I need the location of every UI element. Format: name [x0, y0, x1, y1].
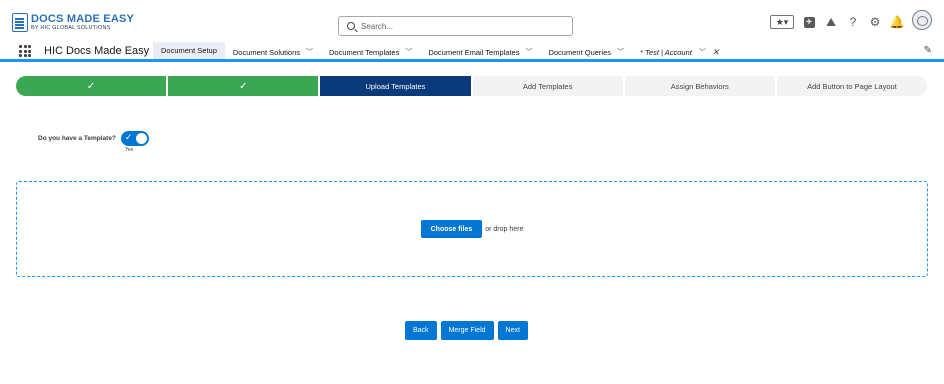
notification-bell-icon[interactable]: 🔔	[890, 15, 905, 29]
header-utility-icons: ★▾ + ⛰ ? ⚙ 🔔	[770, 10, 932, 30]
chevron-down-icon[interactable]: ﹀	[405, 47, 412, 57]
app-name: HIC Docs Made Easy	[44, 45, 150, 57]
check-icon: ✓	[124, 132, 133, 142]
drop-hint: or drop here	[485, 225, 524, 233]
close-tab-icon[interactable]: ✕	[712, 47, 720, 58]
app-logo[interactable]: DOCS MADE EASY BY HIC GLOBAL SOLUTIONS	[12, 13, 134, 32]
path-step-2[interactable]: ✓	[168, 76, 319, 96]
tab-document-queries[interactable]: Document Queries ﹀	[540, 42, 632, 62]
check-icon: ✓	[86, 80, 96, 92]
merge-field-button[interactable]: Merge Field	[440, 321, 494, 340]
chevron-down-icon[interactable]: ﹀	[306, 47, 313, 57]
search-icon	[347, 22, 355, 30]
setup-gear-icon[interactable]: ⚙	[868, 15, 882, 29]
back-button[interactable]: Back	[405, 321, 437, 340]
trailhead-icon[interactable]: ⛰	[824, 15, 838, 29]
avatar[interactable]	[912, 10, 932, 30]
toggle-knob	[135, 133, 147, 144]
chevron-down-icon[interactable]: ﹀	[525, 47, 532, 57]
file-dropzone[interactable]: Choose files or drop here	[16, 181, 928, 277]
tab-document-email-templates[interactable]: Document Email Templates ﹀	[420, 42, 540, 62]
add-icon[interactable]: +	[802, 15, 816, 29]
help-icon[interactable]: ?	[846, 15, 860, 29]
tab-test-account[interactable]: * Test | Account ﹀ ✕	[632, 42, 727, 62]
nav-tabs: Document Setup Document Solutions ﹀ Docu…	[153, 42, 727, 62]
template-question-label: Do you have a Template?	[38, 135, 116, 142]
global-search[interactable]	[338, 16, 573, 36]
tab-document-templates[interactable]: Document Templates ﹀	[321, 42, 420, 62]
logo-subtitle: BY HIC GLOBAL SOLUTIONS	[31, 24, 111, 31]
setup-progress-path: ✓ ✓ Upload Templates Add Templates Assig…	[16, 76, 928, 96]
edit-nav-pencil-icon[interactable]: ✎	[924, 45, 932, 56]
app-launcher-icon[interactable]	[19, 45, 31, 57]
favorites-star-icon[interactable]: ★▾	[770, 15, 794, 29]
app-navbar: HIC Docs Made Easy Document Setup Docume…	[0, 42, 944, 62]
path-step-assign-behaviors[interactable]: Assign Behaviors	[624, 76, 775, 96]
wizard-actions: Back Merge Field Next	[405, 321, 528, 340]
path-step-add-templates[interactable]: Add Templates	[472, 76, 623, 96]
global-header: DOCS MADE EASY BY HIC GLOBAL SOLUTIONS ★…	[0, 0, 944, 42]
template-toggle-row: Do you have a Template? ✓	[38, 131, 149, 146]
next-button[interactable]: Next	[497, 321, 528, 340]
chevron-down-icon[interactable]: ﹀	[617, 47, 624, 57]
document-logo-icon	[12, 13, 28, 32]
path-step-1[interactable]: ✓	[16, 76, 167, 96]
chevron-down-icon[interactable]: ﹀	[698, 47, 705, 57]
tab-document-setup[interactable]: Document Setup	[153, 42, 225, 62]
logo-title: DOCS MADE EASY	[31, 12, 135, 25]
choose-files-button[interactable]: Choose files	[420, 220, 483, 238]
check-icon: ✓	[239, 80, 248, 92]
toggle-state-text: Yes	[125, 147, 134, 153]
search-input[interactable]	[361, 21, 541, 31]
path-step-add-button[interactable]: Add Button to Page Layout	[776, 76, 928, 96]
path-step-upload-templates[interactable]: Upload Templates	[320, 76, 471, 96]
template-toggle[interactable]: ✓	[120, 131, 149, 146]
tab-document-solutions[interactable]: Document Solutions ﹀	[225, 42, 321, 62]
